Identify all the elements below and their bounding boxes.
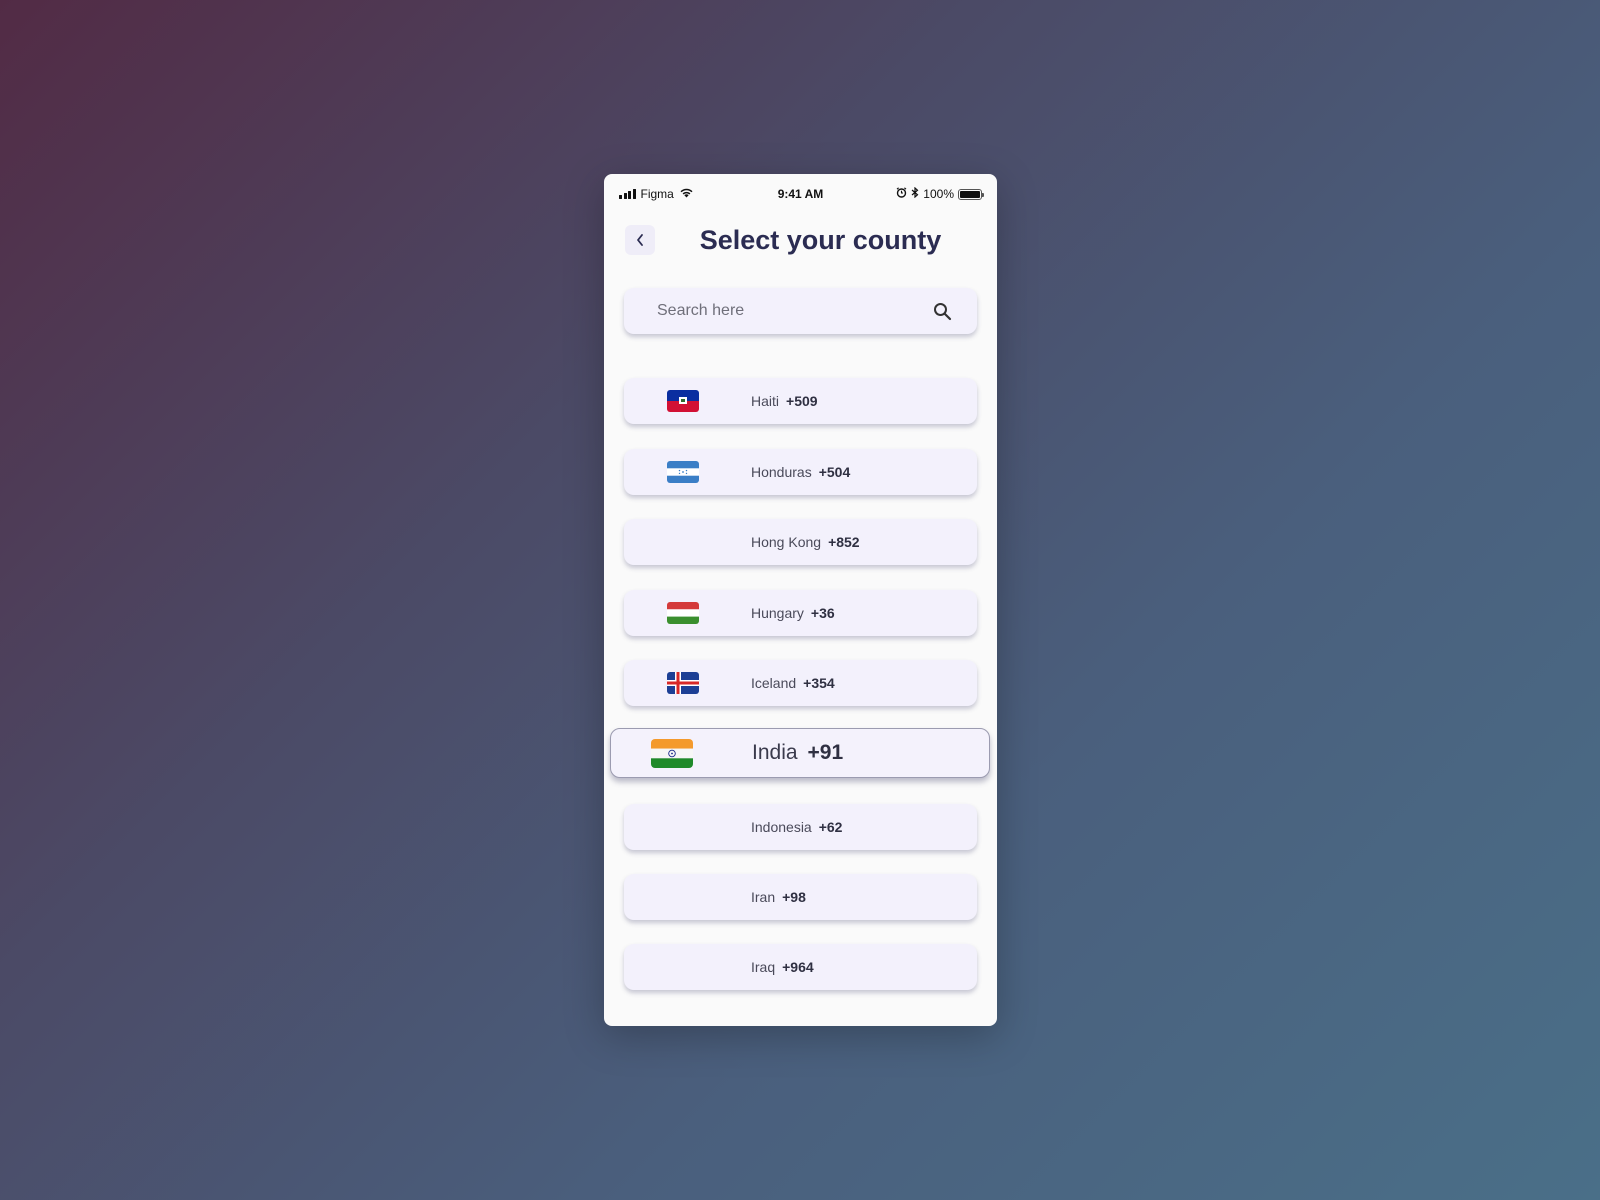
country-row-hungary[interactable]: Hungary +36	[624, 590, 977, 636]
flag-honduras-icon	[667, 461, 699, 483]
country-dial-code: +964	[782, 959, 814, 975]
country-dial-code: +504	[818, 464, 851, 480]
country-dial-code: +36	[810, 605, 835, 621]
country-label: Indonesia +62	[751, 804, 842, 850]
country-row-iraq[interactable]: Iraq +964	[624, 944, 977, 990]
country-name: Iran	[751, 889, 776, 905]
flag-india-icon	[651, 739, 693, 768]
country-name: Iraq	[751, 959, 776, 975]
flag-hungary-icon	[667, 602, 699, 624]
country-row-india[interactable]: India +91	[610, 728, 990, 778]
country-label: Iceland +354	[751, 660, 835, 706]
country-label: Iran +98	[751, 874, 806, 920]
country-dial-code: +91	[807, 741, 844, 764]
country-dial-code: +509	[786, 393, 818, 409]
country-label: India +91	[752, 729, 843, 777]
country-list: Haiti +509 Honduras +504 Hong Kong +852 Hungar…	[604, 174, 997, 1026]
country-row-iceland[interactable]: Iceland +354	[624, 660, 977, 706]
country-name: Honduras	[751, 464, 812, 480]
country-dial-code: +354	[803, 675, 835, 691]
country-dial-code: +98	[782, 889, 806, 905]
phone-screen: Figma 9:41 AM 100% Select your county Se…	[604, 174, 997, 1026]
country-name: Indonesia	[751, 819, 812, 835]
country-label: Iraq +964	[751, 944, 814, 990]
country-label: Hong Kong +852	[751, 519, 860, 565]
country-row-hong-kong[interactable]: Hong Kong +852	[624, 519, 977, 565]
country-name: Haiti	[751, 393, 780, 409]
country-label: Haiti +509	[751, 378, 818, 424]
country-name: Iceland	[751, 675, 797, 691]
country-label: Honduras +504	[751, 449, 850, 495]
flag-haiti-icon	[667, 390, 699, 412]
country-name: India	[752, 741, 798, 764]
flag-iceland-icon	[667, 672, 699, 694]
country-row-indonesia[interactable]: Indonesia +62	[624, 804, 977, 850]
country-name: Hungary	[751, 605, 804, 621]
country-row-iran[interactable]: Iran +98	[624, 874, 977, 920]
country-dial-code: +852	[828, 534, 860, 550]
country-label: Hungary +36	[751, 590, 835, 636]
country-row-honduras[interactable]: Honduras +504	[624, 449, 977, 495]
country-dial-code: +62	[818, 819, 843, 835]
country-name: Hong Kong	[751, 534, 822, 550]
country-row-haiti[interactable]: Haiti +509	[624, 378, 977, 424]
